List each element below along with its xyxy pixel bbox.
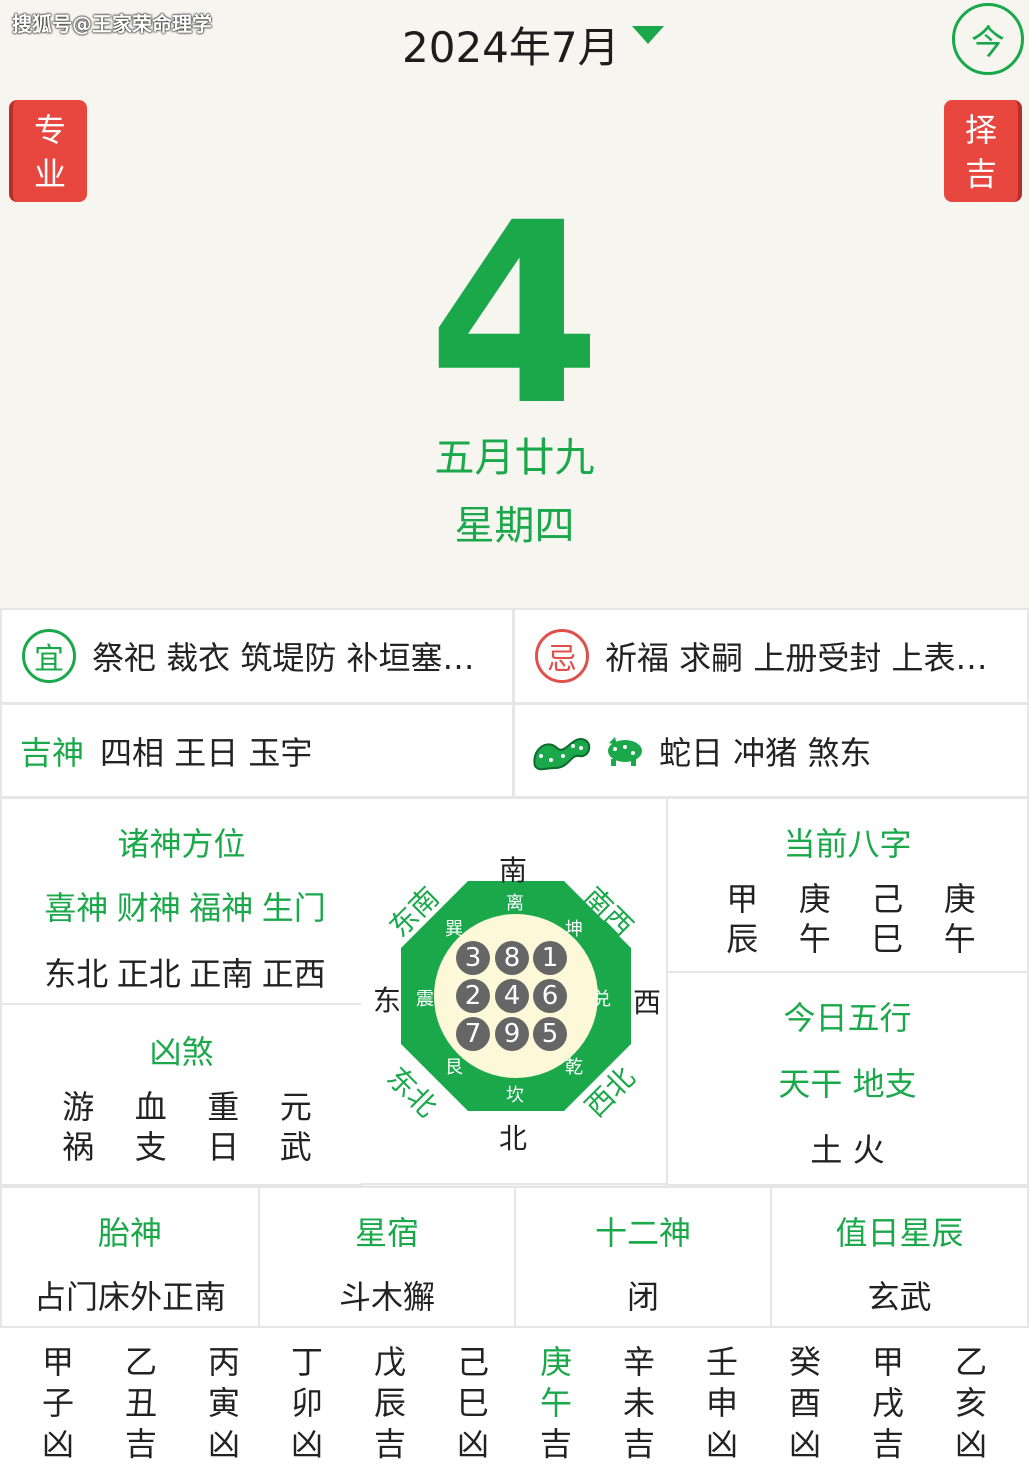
hour-cell-current[interactable]: 庚午吉 xyxy=(526,1342,586,1465)
trigram-qian: 乾 xyxy=(565,1057,583,1078)
wuxing-panel: 今日五行 天干 地支 土 火 xyxy=(666,971,1029,1186)
trigram-kan: 坎 xyxy=(506,1085,524,1106)
palace-number: 7 xyxy=(456,1017,490,1051)
pig-icon xyxy=(608,736,642,766)
trigram-xun: 巽 xyxy=(445,919,463,940)
watermark: 搜狐号@王家荣命理学 xyxy=(12,12,212,36)
xiongsha-item: 游祸 xyxy=(62,1088,95,1166)
dir-caishen: 正北 xyxy=(116,955,181,993)
trigram-gen: 艮 xyxy=(445,1057,463,1078)
compass-north: 北 xyxy=(499,1122,528,1155)
professional-tab[interactable]: 专 业 xyxy=(9,100,87,202)
bazi-panel: 当前八字 甲辰 庚午 己巳 庚午 xyxy=(666,797,1029,973)
palace-number: 4 xyxy=(495,979,529,1013)
wuxing-subtitle: 天干 地支 xyxy=(778,1065,917,1103)
snake-icon xyxy=(533,737,591,770)
hour-cell[interactable]: 丙寅凶 xyxy=(194,1342,254,1465)
palace-number: 8 xyxy=(495,941,529,975)
god-shengmen: 生门 xyxy=(261,889,326,927)
trigram-li: 离 xyxy=(506,893,524,914)
bazi-pillar-day: 己巳 xyxy=(871,880,904,958)
weekday: 星期四 xyxy=(454,503,575,549)
xiongsha-title: 凶煞 xyxy=(149,1033,214,1071)
zhushen-panel: 诸神方位 喜神 财神 福神 生门 东北 正北 正南 正西 xyxy=(0,797,363,1005)
chong-text: 蛇日 冲猪 煞东 xyxy=(659,733,872,772)
hour-cell[interactable]: 甲子凶 xyxy=(28,1342,88,1465)
jishen-panel[interactable]: 吉神 四相 王日 玉宇 xyxy=(0,703,514,798)
month-selector[interactable]: 2024年7月 xyxy=(402,14,620,75)
jishen-text: 四相 王日 玉宇 xyxy=(100,733,313,772)
hour-luck-row: 甲子凶 乙丑吉 丙寅凶 丁卯凶 戊辰吉 己巳凶 庚午吉 辛未吉 壬申凶 癸酉凶 … xyxy=(0,1326,1029,1482)
taishen-title: 胎神 xyxy=(97,1214,162,1252)
ji-seal-icon: 忌 xyxy=(535,629,589,683)
palace-number: 5 xyxy=(533,1017,567,1051)
bazi-pillar-year: 甲辰 xyxy=(726,880,759,958)
bazi-pillar-month: 庚午 xyxy=(798,880,831,958)
bazi-title: 当前八字 xyxy=(783,825,912,863)
hour-cell[interactable]: 己巳凶 xyxy=(443,1342,503,1465)
chong-panel[interactable]: 蛇日 冲猪 煞东 xyxy=(513,703,1029,798)
professional-tab-char-1: 专 xyxy=(33,111,66,149)
wuxing-title: 今日五行 xyxy=(783,999,912,1037)
wuxing-value: 土 火 xyxy=(810,1131,885,1169)
yi-text: 祭祀 裁衣 筑堤防 补垣塞… xyxy=(92,639,475,677)
xiongsha-item: 元武 xyxy=(279,1088,312,1166)
xingxiu-panel: 星宿 斗木獬 xyxy=(260,1186,516,1326)
lunar-date: 五月廿九 xyxy=(434,435,595,481)
xiongsha-item: 重日 xyxy=(207,1088,240,1166)
xiongsha-panel: 凶煞 游祸 血支 重日 元武 xyxy=(0,1003,363,1186)
hour-cell[interactable]: 辛未吉 xyxy=(609,1342,669,1465)
auspicious-selection-tab[interactable]: 择 吉 xyxy=(944,100,1022,202)
god-fushen: 福神 xyxy=(189,889,254,927)
taishen-panel: 胎神 占门床外正南 xyxy=(0,1186,260,1326)
zhiri-title: 值日星辰 xyxy=(835,1214,964,1252)
hour-cell[interactable]: 乙亥凶 xyxy=(941,1342,1001,1465)
xingxiu-value: 斗木獬 xyxy=(338,1278,435,1316)
day-number: 4 xyxy=(427,169,602,460)
taishen-value: 占门床外正南 xyxy=(33,1278,226,1316)
palace-number: 6 xyxy=(533,979,567,1013)
xingxiu-title: 星宿 xyxy=(354,1214,419,1252)
shiershen-panel: 十二神 闭 xyxy=(516,1186,772,1326)
zhushen-title: 诸神方位 xyxy=(117,825,246,863)
compass-east: 东 xyxy=(373,984,402,1017)
palace-number: 1 xyxy=(533,941,567,975)
trigram-dui: 兑 xyxy=(593,989,611,1010)
god-xishen: 喜神 xyxy=(44,889,109,927)
yi-seal-icon: 宜 xyxy=(22,629,76,683)
dir-fushen: 正南 xyxy=(189,955,254,993)
ji-panel[interactable]: 忌 祈福 求嗣 上册受封 上表… xyxy=(513,608,1029,704)
palace-number: 2 xyxy=(456,979,490,1013)
hour-cell[interactable]: 壬申凶 xyxy=(692,1342,752,1465)
xiongsha-item: 血支 xyxy=(134,1088,167,1166)
jishen-label: 吉神 xyxy=(20,733,85,772)
compass-south: 南 xyxy=(499,854,528,887)
auspicious-tab-char-1: 择 xyxy=(964,111,997,149)
nine-palace-compass[interactable]: 南 北 东 西 东南 南西 东北 西北 离 坤 兑 乾 坎 艮 震 巽 3 8 … xyxy=(361,797,668,1185)
trigram-kun: 坤 xyxy=(565,919,583,940)
hour-cell[interactable]: 戊辰吉 xyxy=(360,1342,420,1465)
caret-down-icon[interactable] xyxy=(632,26,664,44)
compass-west: 西 xyxy=(633,986,662,1019)
hour-cell[interactable]: 丁卯凶 xyxy=(277,1342,337,1465)
zhiri-value: 玄武 xyxy=(867,1278,932,1316)
palace-number: 9 xyxy=(495,1017,529,1051)
today-button[interactable]: 今 xyxy=(952,3,1024,75)
trigram-zhen: 震 xyxy=(416,989,434,1010)
zhiri-panel: 值日星辰 玄武 xyxy=(772,1186,1029,1326)
hour-cell[interactable]: 甲戌吉 xyxy=(858,1342,918,1465)
dir-xishen: 东北 xyxy=(44,955,109,993)
hour-cell[interactable]: 乙丑吉 xyxy=(111,1342,171,1465)
shiershen-title: 十二神 xyxy=(594,1214,691,1252)
ji-text: 祈福 求嗣 上册受封 上表… xyxy=(605,639,988,677)
shiershen-value: 闭 xyxy=(626,1278,659,1316)
god-caishen: 财神 xyxy=(116,889,181,927)
yi-panel[interactable]: 宜 祭祀 裁衣 筑堤防 补垣塞… xyxy=(0,608,514,704)
bazi-pillar-hour: 庚午 xyxy=(943,880,976,958)
calendar-header: 搜狐号@王家荣命理学 2024年7月 今 专 业 择 吉 4 五月廿九 星期四 xyxy=(0,0,1029,607)
palace-number: 3 xyxy=(456,941,490,975)
dir-shengmen: 正西 xyxy=(261,955,326,993)
hour-cell[interactable]: 癸酉凶 xyxy=(775,1342,835,1465)
